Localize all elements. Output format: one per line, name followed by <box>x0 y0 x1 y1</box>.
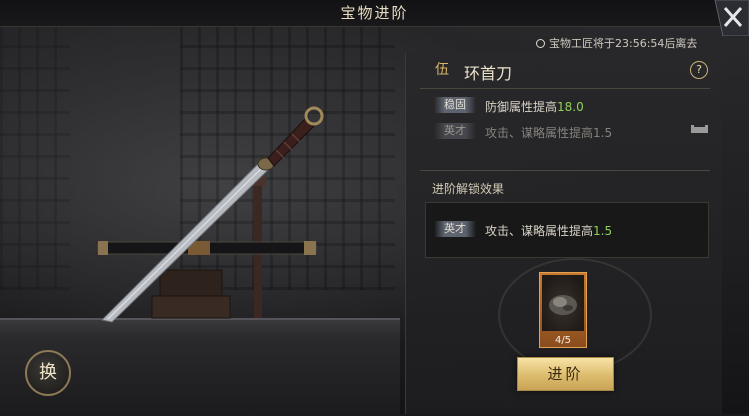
attr-tag-stable: 稳固 <box>434 97 476 113</box>
unlock-tag-talent: 英才 <box>434 221 476 237</box>
treasure-name-row: 伍 环首刀 ? <box>418 57 718 85</box>
help-icon[interactable]: ? <box>690 61 708 79</box>
attr-defense-text: 防御属性提高 <box>485 100 558 114</box>
material-count: 4/5 <box>554 335 572 346</box>
material-item-card[interactable]: 4/5 <box>539 272 587 348</box>
swap-button[interactable]: 换 <box>25 350 71 396</box>
locked-icon <box>691 125 708 133</box>
divider <box>420 88 710 89</box>
unlock-effect: 攻击、谋略属性提高1.5 <box>485 222 612 239</box>
page-title: 宝物进阶 <box>340 4 409 22</box>
attr-defense-value: 18.0 <box>557 100 584 114</box>
divider <box>420 170 710 171</box>
clock-icon <box>536 38 545 48</box>
attr-attack-value: 1.5 <box>593 126 613 140</box>
close-icon[interactable] <box>709 0 749 36</box>
treasure-rank-icon: 伍 <box>435 62 449 78</box>
unlock-section-title: 进阶解锁效果 <box>432 182 505 196</box>
attr-tag-talent: 英才 <box>434 123 476 139</box>
window-lattice-left <box>0 20 70 290</box>
advance-button[interactable]: 进阶 <box>517 357 614 391</box>
attr-attack-text: 攻击、谋略属性提高 <box>485 126 594 140</box>
timer-text: 宝物工匠将于23:56:54后离去 <box>549 37 698 50</box>
attr-defense: 防御属性提高18.0 <box>485 98 584 115</box>
craftsman-timer: 宝物工匠将于23:56:54后离去 <box>536 35 697 51</box>
sword-on-stand-image <box>97 106 324 323</box>
attr-attack: 攻击、谋略属性提高1.5 <box>485 124 612 141</box>
unlock-effect-text: 攻击、谋略属性提高 <box>485 224 594 238</box>
treasure-name: 环首刀 <box>464 64 513 83</box>
material-item-icon <box>542 275 584 331</box>
unlock-effect-value: 1.5 <box>593 224 613 238</box>
